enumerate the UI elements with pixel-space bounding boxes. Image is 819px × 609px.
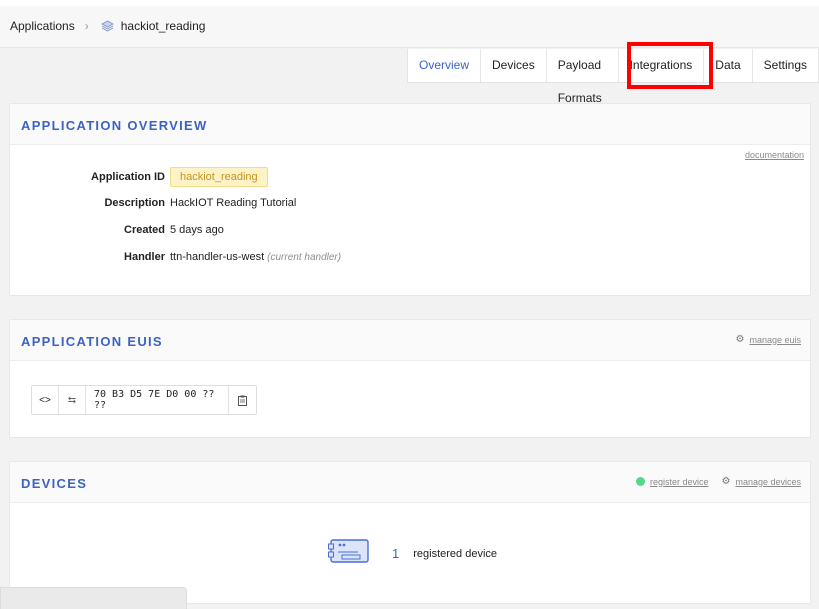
tab-payload-formats[interactable]: Payload Formats xyxy=(545,49,618,105)
devices-actions: register device ⚙ manage devices xyxy=(635,476,801,487)
application-overview-card: APPLICATION OVERVIEW documentation Appli… xyxy=(9,103,811,296)
bottom-panel-tab[interactable] xyxy=(0,587,187,609)
breadcrumb-applications[interactable]: Applications xyxy=(10,19,75,33)
tab-overview[interactable]: Overview xyxy=(408,49,480,82)
euis-actions: ⚙ manage euis xyxy=(735,334,801,345)
handler-value: ttn-handler-us-west xyxy=(170,251,265,263)
integrations-highlight-box xyxy=(627,42,713,89)
created-row: Created 5 days ago xyxy=(10,224,224,236)
register-device-link[interactable]: register device xyxy=(650,477,709,487)
description-value: HackIOT Reading Tutorial xyxy=(170,197,297,209)
handler-note: (current handler) xyxy=(267,251,342,263)
manage-devices-link[interactable]: manage devices xyxy=(735,477,801,487)
eui-field: <> ⇆ 70 B3 D5 7E D0 00 ?? ?? xyxy=(31,385,257,415)
breadcrumb-current[interactable]: hackiot_reading xyxy=(121,19,206,33)
app-id-label: Application ID xyxy=(91,171,165,183)
handler-row: Handler ttn-handler-us-west (current han… xyxy=(10,251,341,263)
chevron-right-icon: › xyxy=(84,19,89,33)
devices-card: DEVICES register device ⚙ manage devices… xyxy=(9,461,811,604)
device-count-label: registered device xyxy=(413,547,498,560)
app-id-row: Application ID hackiot_reading xyxy=(10,167,268,187)
manage-euis-link[interactable]: manage euis xyxy=(749,335,801,345)
app-id-badge: hackiot_reading xyxy=(170,167,268,187)
top-bar: Applications › hackiot_reading xyxy=(0,0,819,48)
gear-icon: ⚙ xyxy=(721,476,731,487)
documentation-link[interactable]: documentation xyxy=(745,150,804,160)
eui-value[interactable]: 70 B3 D5 7E D0 00 ?? ?? xyxy=(86,386,229,414)
manage-devices-action[interactable]: ⚙ manage devices xyxy=(721,476,801,487)
tab-settings[interactable]: Settings xyxy=(751,49,818,82)
device-count-summary[interactable]: 1 registered device xyxy=(328,538,497,569)
status-dot-icon xyxy=(635,477,645,486)
device-board-icon xyxy=(328,538,370,569)
manage-euis-action[interactable]: ⚙ manage euis xyxy=(735,334,801,345)
created-value: 5 days ago xyxy=(170,224,224,236)
card-title: DEVICES xyxy=(21,476,88,491)
tab-devices[interactable]: Devices xyxy=(480,49,546,82)
code-icon[interactable]: <> xyxy=(32,386,59,414)
card-header: APPLICATION EUIS ⚙ manage euis xyxy=(10,320,810,361)
card-title: APPLICATION OVERVIEW xyxy=(21,118,208,133)
gear-icon: ⚙ xyxy=(735,334,745,345)
device-count: 1 xyxy=(392,546,400,561)
description-row: Description HackIOT Reading Tutorial xyxy=(10,197,296,209)
register-device-action[interactable]: register device xyxy=(635,477,709,487)
breadcrumb: Applications › hackiot_reading xyxy=(10,19,205,33)
stack-icon xyxy=(100,20,114,32)
card-header: APPLICATION OVERVIEW xyxy=(10,104,810,145)
card-title: APPLICATION EUIS xyxy=(21,334,163,349)
app-tabs: Overview Devices Payload Formats Integra… xyxy=(407,49,819,105)
application-euis-card: APPLICATION EUIS ⚙ manage euis <> ⇆ 70 B… xyxy=(9,319,811,438)
clipboard-icon[interactable] xyxy=(229,386,256,414)
card-header: DEVICES register device ⚙ manage devices xyxy=(10,462,810,503)
swap-icon[interactable]: ⇆ xyxy=(59,386,86,414)
handler-label: Handler xyxy=(124,251,165,263)
description-label: Description xyxy=(104,197,165,209)
created-label: Created xyxy=(124,224,165,236)
